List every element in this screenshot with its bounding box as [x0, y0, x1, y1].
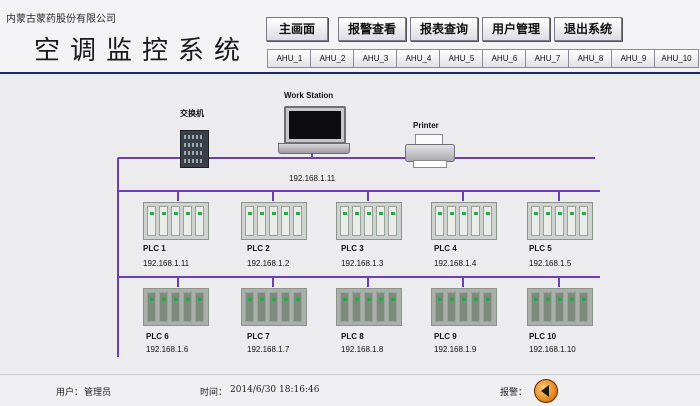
plc-10-ip: 192.168.1.10: [529, 345, 576, 354]
status-bar: 用户： 管理员 时间： 2014/6/30 18:16:46 报警：: [0, 374, 700, 406]
plc-3-label: PLC 3: [341, 244, 364, 253]
hmi-screen: 内蒙古蒙药股份有限公司 空调监控系统 主画面 报警查看 报表查询 用户管理 退出…: [0, 0, 700, 406]
workstation-ip: 192.168.1.11: [289, 174, 336, 183]
tab-ahu-5[interactable]: AHU_5: [439, 49, 484, 68]
tab-ahu-1[interactable]: AHU_1: [267, 49, 312, 68]
plc-1-label: PLC 1: [143, 244, 166, 253]
tab-ahu-7[interactable]: AHU_7: [525, 49, 570, 68]
plc-6-ip: 192.168.1.6: [146, 345, 189, 354]
switch-icon: [180, 130, 209, 168]
plc-5-device[interactable]: [527, 202, 593, 240]
plc-9-ip: 192.168.1.9: [434, 345, 477, 354]
tab-ahu-2[interactable]: AHU_2: [310, 49, 355, 68]
printer-label: Printer: [413, 121, 439, 130]
plc-7-device[interactable]: [241, 288, 307, 326]
printer-icon: [405, 134, 455, 168]
plc-8-device[interactable]: [336, 288, 402, 326]
plc-2-device[interactable]: [241, 202, 307, 240]
header: 内蒙古蒙药股份有限公司 空调监控系统 主画面 报警查看 报表查询 用户管理 退出…: [0, 0, 700, 74]
tab-ahu-8[interactable]: AHU_8: [568, 49, 613, 68]
report-query-button[interactable]: 报表查询: [410, 17, 478, 41]
plc-5-label: PLC 5: [529, 244, 552, 253]
plc-1-device[interactable]: [143, 202, 209, 240]
laptop-icon: [278, 106, 350, 158]
plc-4-label: PLC 4: [434, 244, 457, 253]
alarm-view-button[interactable]: 报警查看: [338, 17, 406, 41]
time-value: 2014/6/30 18:16:46: [230, 385, 320, 395]
user-value: 管理员: [84, 388, 112, 398]
network-diagram: 交换机 Work Station 192.168.1.11 Printer PL…: [0, 74, 700, 374]
plc-7-ip: 192.168.1.7: [247, 345, 290, 354]
user-label: 用户：: [56, 388, 84, 398]
plc-4-device[interactable]: [431, 202, 497, 240]
plc-9-label: PLC 9: [434, 332, 457, 341]
plc-8-ip: 192.168.1.8: [341, 345, 384, 354]
tab-ahu-6[interactable]: AHU_6: [482, 49, 527, 68]
alarm-label: 报警：: [500, 388, 528, 398]
plc-6-label: PLC 6: [146, 332, 169, 341]
tab-ahu-10[interactable]: AHU_10: [654, 49, 699, 68]
tab-ahu-4[interactable]: AHU_4: [396, 49, 441, 68]
workstation-label: Work Station: [284, 91, 334, 100]
plc-1-ip: 192.168.1.11: [143, 259, 190, 268]
plc-3-ip: 192.168.1.3: [341, 259, 384, 268]
switch-label: 交换机: [180, 109, 204, 118]
plc-4-ip: 192.168.1.4: [434, 259, 477, 268]
exit-system-button[interactable]: 退出系统: [554, 17, 622, 41]
plc-7-label: PLC 7: [247, 332, 270, 341]
plc-6-device[interactable]: [143, 288, 209, 326]
tab-ahu-3[interactable]: AHU_3: [353, 49, 398, 68]
plc-8-label: PLC 8: [341, 332, 364, 341]
plc-2-label: PLC 2: [247, 244, 270, 253]
main-screen-button[interactable]: 主画面: [266, 17, 328, 41]
time-label: 时间：: [200, 388, 228, 398]
page-title: 空调监控系统: [34, 36, 251, 66]
company-name: 内蒙古蒙药股份有限公司: [6, 14, 116, 25]
plc-3-device[interactable]: [336, 202, 402, 240]
plc-9-device[interactable]: [431, 288, 497, 326]
plc-10-label: PLC 10: [529, 332, 557, 341]
plc-2-ip: 192.168.1.2: [247, 259, 290, 268]
alarm-speaker-icon[interactable]: [534, 379, 558, 403]
plc-10-device[interactable]: [527, 288, 593, 326]
tab-ahu-9[interactable]: AHU_9: [611, 49, 656, 68]
plc-5-ip: 192.168.1.5: [529, 259, 572, 268]
user-management-button[interactable]: 用户管理: [482, 17, 550, 41]
